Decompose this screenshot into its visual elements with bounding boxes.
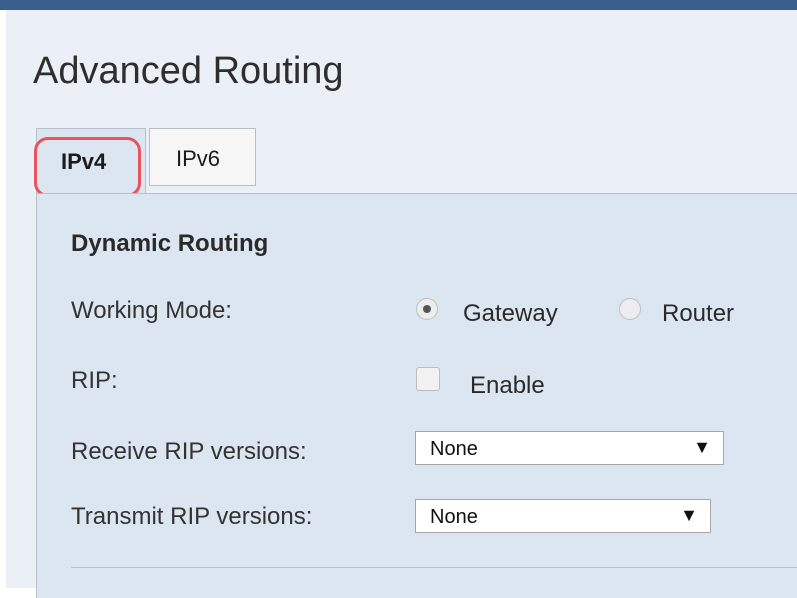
working-mode-gateway-label[interactable]: Gateway bbox=[463, 300, 558, 328]
page-container: Advanced Routing IPv4 IPv6 Dynamic Routi… bbox=[6, 10, 797, 598]
working-mode-label: Working Mode: bbox=[71, 297, 232, 324]
working-mode-router-label[interactable]: Router bbox=[662, 300, 734, 328]
rip-enable-label[interactable]: Enable bbox=[470, 372, 545, 400]
transmit-rip-versions-label: Transmit RIP versions: bbox=[71, 503, 313, 530]
receive-rip-versions-value: None bbox=[430, 438, 478, 460]
chevron-down-icon: ▼ bbox=[680, 505, 698, 525]
rip-label: RIP: bbox=[71, 367, 118, 394]
receive-rip-versions-label: Receive RIP versions: bbox=[71, 438, 307, 465]
working-mode-gateway-radio[interactable] bbox=[416, 298, 438, 320]
page-title: Advanced Routing bbox=[33, 50, 344, 92]
rip-enable-checkbox[interactable] bbox=[416, 367, 440, 391]
dynamic-routing-panel: Dynamic Routing Working Mode: Gateway Ro… bbox=[36, 193, 797, 598]
top-accent-bar bbox=[0, 0, 797, 10]
tab-ipv4[interactable]: IPv4 bbox=[36, 128, 146, 194]
transmit-rip-versions-select[interactable]: None ▼ bbox=[415, 499, 711, 533]
tab-ipv6-label: IPv6 bbox=[176, 146, 221, 171]
tab-ipv4-label: IPv4 bbox=[61, 149, 107, 174]
tab-ipv6[interactable]: IPv6 bbox=[149, 128, 256, 186]
receive-rip-versions-select[interactable]: None ▼ bbox=[415, 431, 724, 465]
chevron-down-icon: ▼ bbox=[693, 437, 711, 457]
section-title: Dynamic Routing bbox=[71, 230, 269, 257]
section-divider bbox=[71, 567, 797, 568]
working-mode-router-radio[interactable] bbox=[619, 298, 641, 320]
transmit-rip-versions-value: None bbox=[430, 506, 478, 528]
